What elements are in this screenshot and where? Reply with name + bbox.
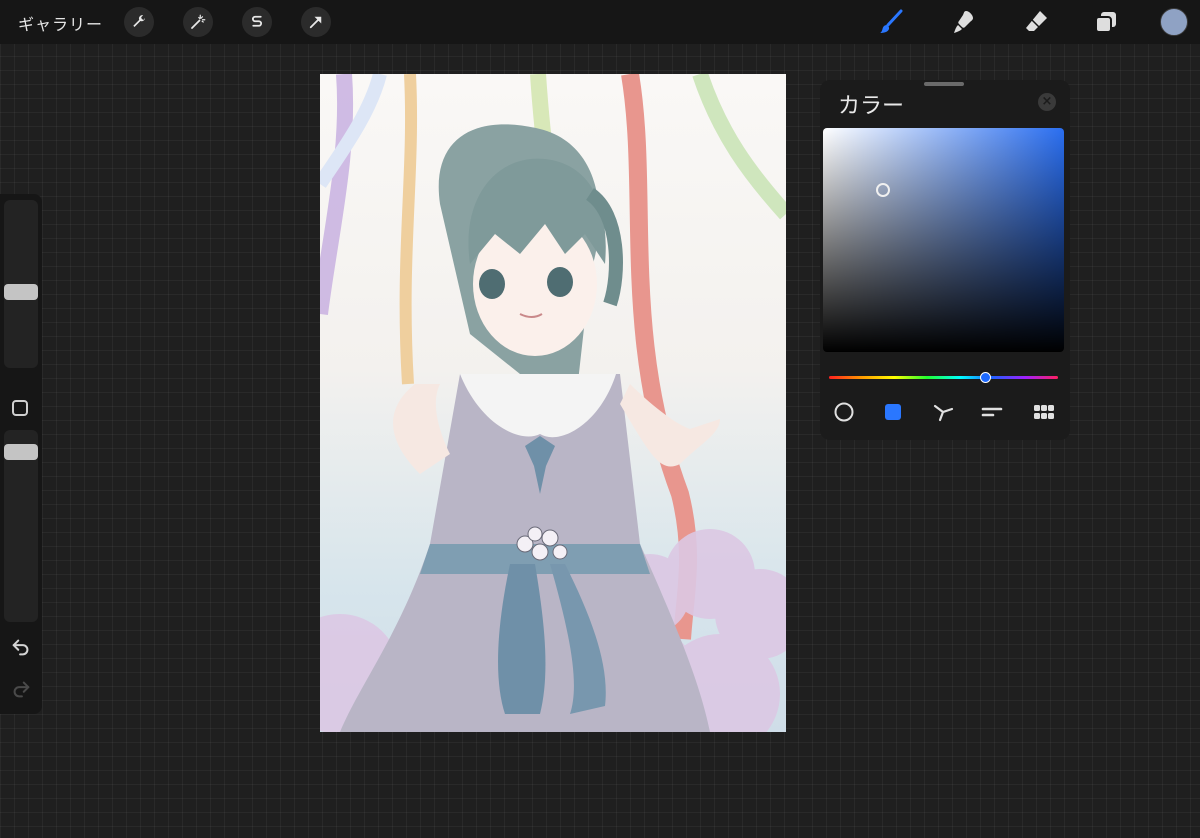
- hue-slider-thumb[interactable]: [979, 372, 991, 383]
- mode-disc-button[interactable]: [832, 400, 856, 424]
- current-color-button[interactable]: [1160, 8, 1188, 36]
- modifier-square-icon[interactable]: [12, 400, 28, 416]
- magic-wand-icon: [191, 14, 206, 29]
- color-picker-handle[interactable]: [876, 183, 890, 197]
- harmony-icon: [933, 404, 954, 422]
- smudge-tool[interactable]: [948, 6, 980, 38]
- adjustments-button[interactable]: [183, 7, 213, 37]
- mode-harmony-button[interactable]: [931, 400, 955, 424]
- color-panel: カラー ×: [820, 80, 1070, 440]
- left-sidebar: [0, 194, 42, 714]
- brush-size-thumb[interactable]: [4, 283, 38, 300]
- disc-icon: [834, 402, 854, 422]
- saturation-value-picker[interactable]: [823, 128, 1064, 352]
- mode-classic-button[interactable]: [881, 400, 905, 424]
- panel-title: カラー: [838, 94, 905, 119]
- brush-icon: [880, 9, 903, 33]
- artwork: [320, 74, 786, 732]
- mode-palettes-button[interactable]: [1032, 400, 1056, 424]
- mode-value-button[interactable]: [980, 400, 1004, 424]
- gallery-button[interactable]: ギャラリー: [18, 11, 103, 35]
- redo-icon[interactable]: [10, 678, 32, 700]
- transform-arrow-icon: [309, 16, 322, 29]
- wrench-icon: [133, 15, 145, 27]
- transform-button[interactable]: [301, 7, 331, 37]
- actions-button[interactable]: [124, 7, 154, 37]
- layers-icon: [1095, 12, 1116, 33]
- eraser-tool[interactable]: [1020, 6, 1052, 38]
- brush-tool[interactable]: [875, 6, 907, 38]
- value-sliders-icon: [981, 407, 1003, 417]
- smudge-icon: [954, 11, 973, 33]
- selection-button[interactable]: [242, 7, 272, 37]
- layers-button[interactable]: [1090, 6, 1122, 38]
- hue-slider[interactable]: [829, 376, 1058, 379]
- eraser-icon: [1026, 11, 1047, 31]
- opacity-thumb[interactable]: [4, 444, 38, 461]
- classic-square-icon: [885, 404, 901, 420]
- panel-grabber[interactable]: [924, 82, 964, 86]
- top-toolbar: ギャラリー: [0, 0, 1200, 44]
- close-icon[interactable]: ×: [1038, 93, 1056, 111]
- undo-icon[interactable]: [10, 636, 32, 658]
- drawing-canvas[interactable]: [320, 74, 786, 732]
- palettes-grid-icon: [1034, 405, 1054, 419]
- selection-s-icon: [252, 15, 262, 27]
